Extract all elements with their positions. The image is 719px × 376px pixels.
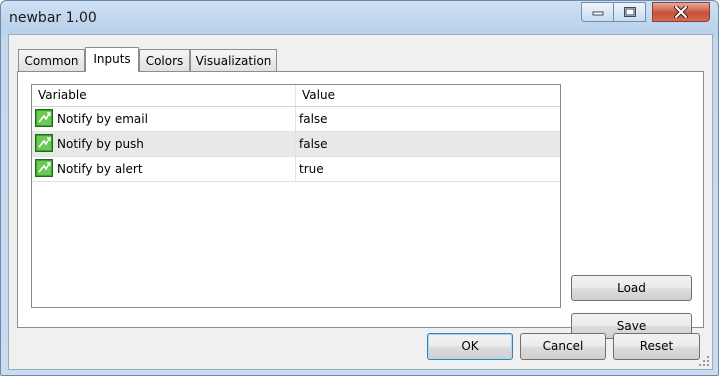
dialog-client-area: Common Inputs Colors Visualization Varia… — [8, 34, 713, 370]
maximize-button[interactable] — [613, 2, 646, 22]
value-cell[interactable]: false — [296, 132, 563, 156]
table-row[interactable]: Notify by email false — [32, 107, 560, 132]
resize-grip-icon[interactable] — [698, 355, 710, 367]
parameter-icon — [35, 109, 53, 127]
value-cell[interactable]: false — [296, 107, 563, 131]
window-title: newbar 1.00 — [9, 10, 97, 26]
title-bar[interactable]: newbar 1.00 — [1, 1, 718, 35]
variable-cell[interactable]: Notify by push — [32, 132, 296, 156]
column-header-value-label: Value — [302, 88, 335, 102]
close-button[interactable] — [652, 2, 710, 22]
inputs-tab-panel: Variable Value Notify by email false Not… — [17, 71, 704, 339]
minimize-icon — [592, 11, 603, 16]
tab-visualization[interactable]: Visualization — [190, 49, 277, 71]
list-header: Variable Value — [32, 85, 560, 107]
column-header-variable[interactable]: Variable — [32, 85, 296, 106]
maximize-icon — [623, 7, 636, 17]
tab-visualization-label: Visualization — [195, 54, 272, 68]
tab-colors-label: Colors — [145, 54, 184, 68]
inputs-list[interactable]: Variable Value Notify by email false Not… — [31, 84, 561, 308]
tab-inputs-label: Inputs — [93, 52, 131, 66]
column-header-variable-label: Variable — [38, 88, 87, 102]
variable-cell[interactable]: Notify by alert — [32, 157, 296, 181]
ok-button[interactable]: OK — [427, 333, 513, 360]
tab-common[interactable]: Common — [18, 49, 85, 71]
table-row[interactable]: Notify by push false — [32, 132, 560, 157]
reset-button[interactable]: Reset — [613, 333, 700, 360]
table-row[interactable]: Notify by alert true — [32, 157, 560, 182]
variable-label: Notify by push — [57, 137, 144, 151]
tab-common-label: Common — [24, 54, 79, 68]
column-header-value[interactable]: Value — [296, 85, 560, 106]
dialog-window: newbar 1.00 Common Inputs Colors Visuali… — [0, 0, 719, 376]
load-button[interactable]: Load — [571, 275, 692, 301]
cancel-button[interactable]: Cancel — [520, 333, 606, 360]
tab-colors[interactable]: Colors — [139, 49, 190, 71]
parameter-icon — [35, 134, 53, 152]
tab-inputs[interactable]: Inputs — [85, 47, 139, 72]
variable-cell[interactable]: Notify by email — [32, 107, 296, 131]
close-icon — [674, 6, 688, 18]
value-cell[interactable]: true — [296, 157, 563, 181]
variable-label: Notify by alert — [57, 162, 143, 176]
parameter-icon — [35, 159, 53, 177]
minimize-button[interactable] — [581, 2, 614, 22]
variable-label: Notify by email — [57, 112, 148, 126]
